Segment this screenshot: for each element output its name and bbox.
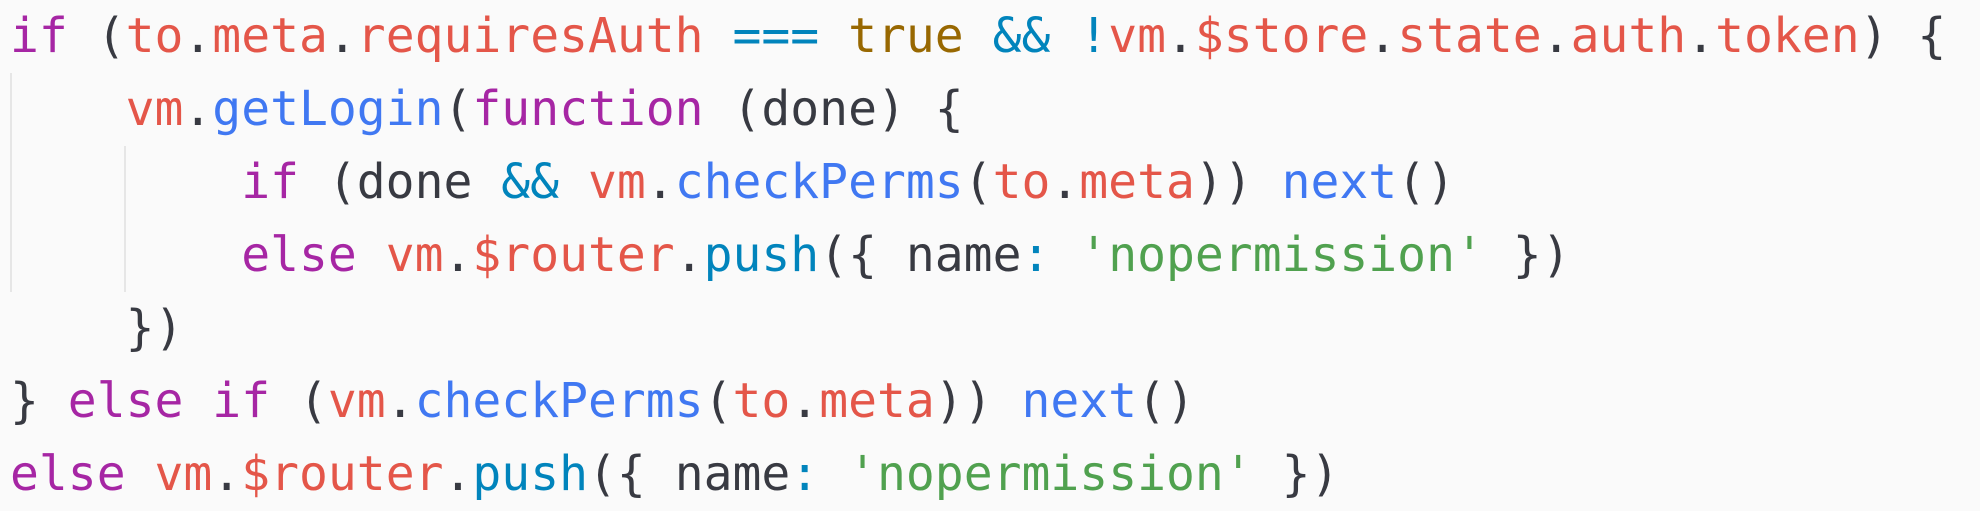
code-token: token [1715,8,1860,64]
code-token: . [443,446,473,502]
code-token: : [1021,227,1051,283]
code-token: getLogin [212,81,444,137]
code-token: if [241,154,299,210]
code-token: push [472,446,588,502]
code-token: meta [212,8,328,64]
code-token: }) [10,300,184,356]
code-token: } [10,373,68,429]
code-token: else [241,227,357,283]
code-token: . [212,446,242,502]
code-token: . [183,81,213,137]
code-token: vm [327,373,386,429]
code-token: to [125,8,184,64]
code-token: && [992,8,1051,64]
code-token: )) [1194,154,1282,210]
code-line-3: if (done && vm.checkPerms(to.meta)) next… [10,146,1455,219]
code-token: ) { [1859,8,1947,64]
code-token: else [10,446,126,502]
code-line-4: else vm.$router.push({ name: 'nopermissi… [10,219,1571,292]
code-token: )) [934,373,1022,429]
code-token: && [501,154,560,210]
code-token: (done [298,154,502,210]
code-token: . [385,373,415,429]
code-token: vm [154,446,213,502]
code-token: $store [1194,8,1369,64]
code-token: . [327,8,357,64]
code-line-6: } else if (vm.checkPerms(to.meta)) next(… [10,365,1195,438]
code-token: . [1368,8,1398,64]
code-token: function [472,81,704,137]
code-token: }) [1252,446,1340,502]
code-token: to [992,154,1051,210]
code-token: vm [1108,8,1166,64]
code-token: else [67,373,184,429]
code-token: next [1281,154,1398,210]
code-token: () [1397,154,1455,210]
code-token: === [732,8,820,64]
code-token: () [1137,373,1195,429]
code-line-2: vm.getLogin(function (done) { [10,73,964,146]
code-token: vm [125,81,184,137]
code-token: (done) { [703,81,964,137]
code-token: ( [703,373,733,429]
code-token: true [848,8,964,64]
code-token: meta [1079,154,1195,210]
code-block: if (to.meta.requiresAuth === true && !vm… [10,0,1970,506]
code-token: checkPerms [414,373,704,429]
code-token: state [1397,8,1542,64]
code-token: . [1050,154,1080,210]
code-token: ( [443,81,473,137]
code-line-5: }) [10,292,184,365]
code-token: next [1021,373,1138,429]
code-line-7: else vm.$router.push({ name: 'nopermissi… [10,438,1339,511]
code-token: . [183,8,213,64]
code-token: . [1166,8,1195,64]
code-token: 'nopermission' [1079,227,1484,283]
code-token: requiresAuth [356,8,704,64]
code-token: ( [963,154,993,210]
code-token: checkPerms [674,154,964,210]
code-token: . [790,373,820,429]
code-token: : [790,446,820,502]
code-token: ({ name [819,227,1022,283]
code-token: ( [270,373,328,429]
code-token: ( [67,8,126,64]
code-token: $router [472,227,675,283]
code-token: push [703,227,820,283]
code-token: if [10,8,68,64]
code-token: vm [587,154,646,210]
code-token: . [1541,8,1571,64]
code-line-1: if (to.meta.requiresAuth === true && !vm… [10,0,1946,73]
code-token: ({ name [588,446,791,502]
code-token: . [1686,8,1716,64]
code-token: . [443,227,473,283]
code-token: auth [1570,8,1687,64]
code-token: ! [1079,8,1109,64]
code-token: }) [1483,227,1571,283]
code-token: 'nopermission' [848,446,1253,502]
code-token: to [732,373,791,429]
code-token: if [212,373,271,429]
code-token: . [645,154,675,210]
code-token: . [674,227,704,283]
code-token: meta [819,373,935,429]
code-token: $router [241,446,444,502]
code-token: vm [385,227,444,283]
